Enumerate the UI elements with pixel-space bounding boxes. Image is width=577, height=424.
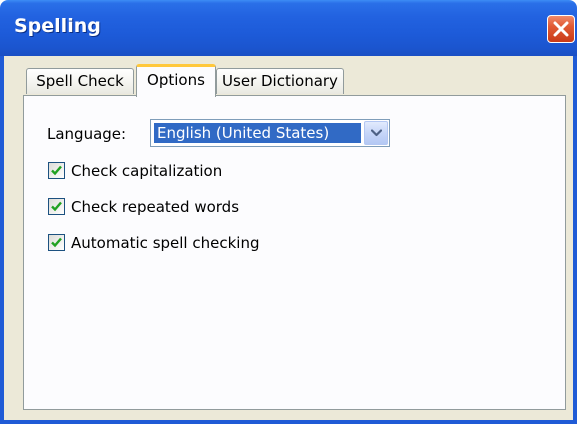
checkmark-icon bbox=[51, 201, 62, 212]
dropdown-button[interactable] bbox=[364, 121, 388, 145]
language-label: Language: bbox=[47, 125, 127, 143]
close-icon bbox=[553, 21, 569, 37]
tab-options[interactable]: Options bbox=[136, 64, 216, 97]
check-capitalization-label[interactable]: Check capitalization bbox=[71, 161, 222, 181]
automatic-spell-checking-checkbox[interactable] bbox=[48, 234, 65, 251]
spelling-dialog: Spelling Spell Check Options User Dictio… bbox=[0, 0, 577, 424]
checkmark-icon bbox=[51, 165, 62, 176]
check-repeated-words-label[interactable]: Check repeated words bbox=[71, 197, 239, 217]
window-title: Spelling bbox=[14, 15, 101, 37]
checkmark-icon bbox=[51, 237, 62, 248]
check-repeated-words-checkbox[interactable] bbox=[48, 198, 65, 215]
chevron-down-icon bbox=[371, 129, 382, 137]
title-bar[interactable]: Spelling bbox=[0, 0, 577, 56]
tab-spell-check[interactable]: Spell Check bbox=[26, 68, 134, 94]
close-button[interactable] bbox=[547, 15, 575, 43]
tab-user-dictionary[interactable]: User Dictionary bbox=[216, 68, 344, 94]
check-capitalization-checkbox[interactable] bbox=[48, 162, 65, 179]
language-select[interactable]: English (United States) bbox=[150, 119, 390, 147]
automatic-spell-checking-label[interactable]: Automatic spell checking bbox=[71, 233, 259, 253]
language-select-value[interactable]: English (United States) bbox=[154, 123, 361, 143]
